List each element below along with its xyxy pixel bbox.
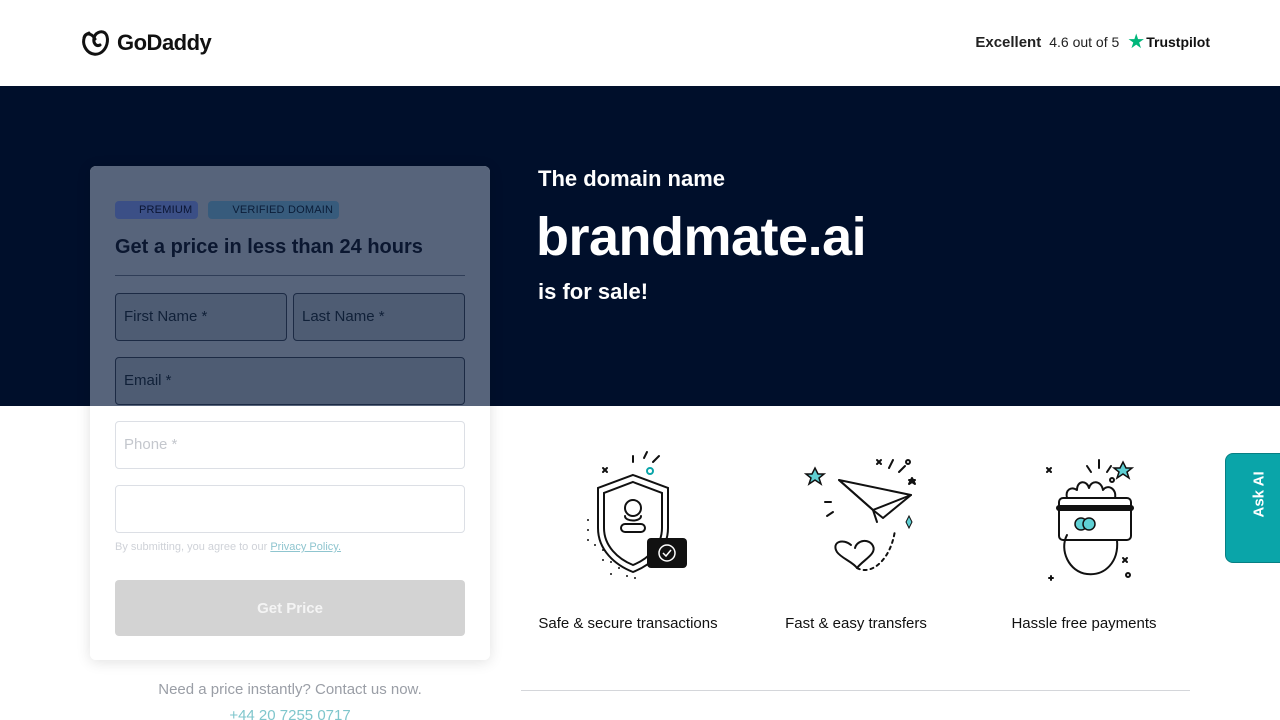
contact-prompt: Need a price instantly? Contact us now. <box>158 681 422 698</box>
get-price-button[interactable]: Get Price <box>115 580 465 636</box>
godaddy-logo[interactable]: GoDaddy <box>81 29 212 57</box>
domain-name-heading: brandmate.ai <box>536 207 867 267</box>
trustpilot-star-icon: ★ <box>1127 31 1146 53</box>
godaddy-logo-icon <box>82 30 109 56</box>
trustpilot-brand: Trustpilot <box>1146 34 1210 50</box>
form-divider <box>115 275 465 276</box>
form-title: Get a price in less than 24 hours <box>115 236 423 258</box>
consent-text: By submitting, you agree to our Privacy … <box>115 541 341 553</box>
trust-rating-word: Excellent <box>975 33 1042 51</box>
feature-secure: Safe & secure transactions <box>518 450 738 632</box>
extra-field[interactable] <box>115 485 465 533</box>
ask-ai-button[interactable]: Ask AI <box>1225 453 1280 563</box>
first-name-field[interactable]: First Name * <box>115 293 287 341</box>
phone-field[interactable]: Phone * <box>115 421 465 469</box>
premium-badge: PREMIUM <box>115 201 199 219</box>
consent-label: By submitting, you agree to our <box>115 541 268 553</box>
shield-icon <box>587 451 687 579</box>
badge-row: PREMIUM VERIFIED DOMAIN <box>115 201 340 219</box>
privacy-policy-link[interactable]: Privacy Policy. <box>270 541 341 553</box>
email-field[interactable]: Email * <box>115 357 465 405</box>
contact-phone-link[interactable]: +44 20 7255 0717 <box>90 707 490 720</box>
last-name-field[interactable]: Last Name * <box>293 293 465 341</box>
feature-label-transfers: Fast & easy transfers <box>785 615 927 632</box>
hero-pretitle: The domain name <box>538 166 726 191</box>
logo-text: GoDaddy <box>117 30 212 55</box>
verified-domain-badge: VERIFIED DOMAIN <box>208 201 340 219</box>
hero-subtitle: is for sale! <box>538 279 649 304</box>
card-hand-icon <box>1046 459 1135 581</box>
ask-ai-label: Ask AI <box>1250 471 1268 518</box>
feature-payments: Hassle free payments <box>974 450 1194 632</box>
feature-label-secure: Safe & secure transactions <box>538 615 718 632</box>
trustpilot-rating[interactable]: Excellent 4.6 out of 5 ★ Trustpilot <box>975 32 1210 52</box>
paper-plane-icon <box>803 459 916 571</box>
trust-score: 4.6 out of 5 <box>1049 34 1120 50</box>
section-divider <box>521 690 1190 691</box>
feature-label-payments: Hassle free payments <box>1011 615 1157 632</box>
feature-transfers: Fast & easy transfers <box>746 450 966 632</box>
site-header: GoDaddy Excellent 4.6 out of 5 ★ Trustpi… <box>0 0 1280 86</box>
